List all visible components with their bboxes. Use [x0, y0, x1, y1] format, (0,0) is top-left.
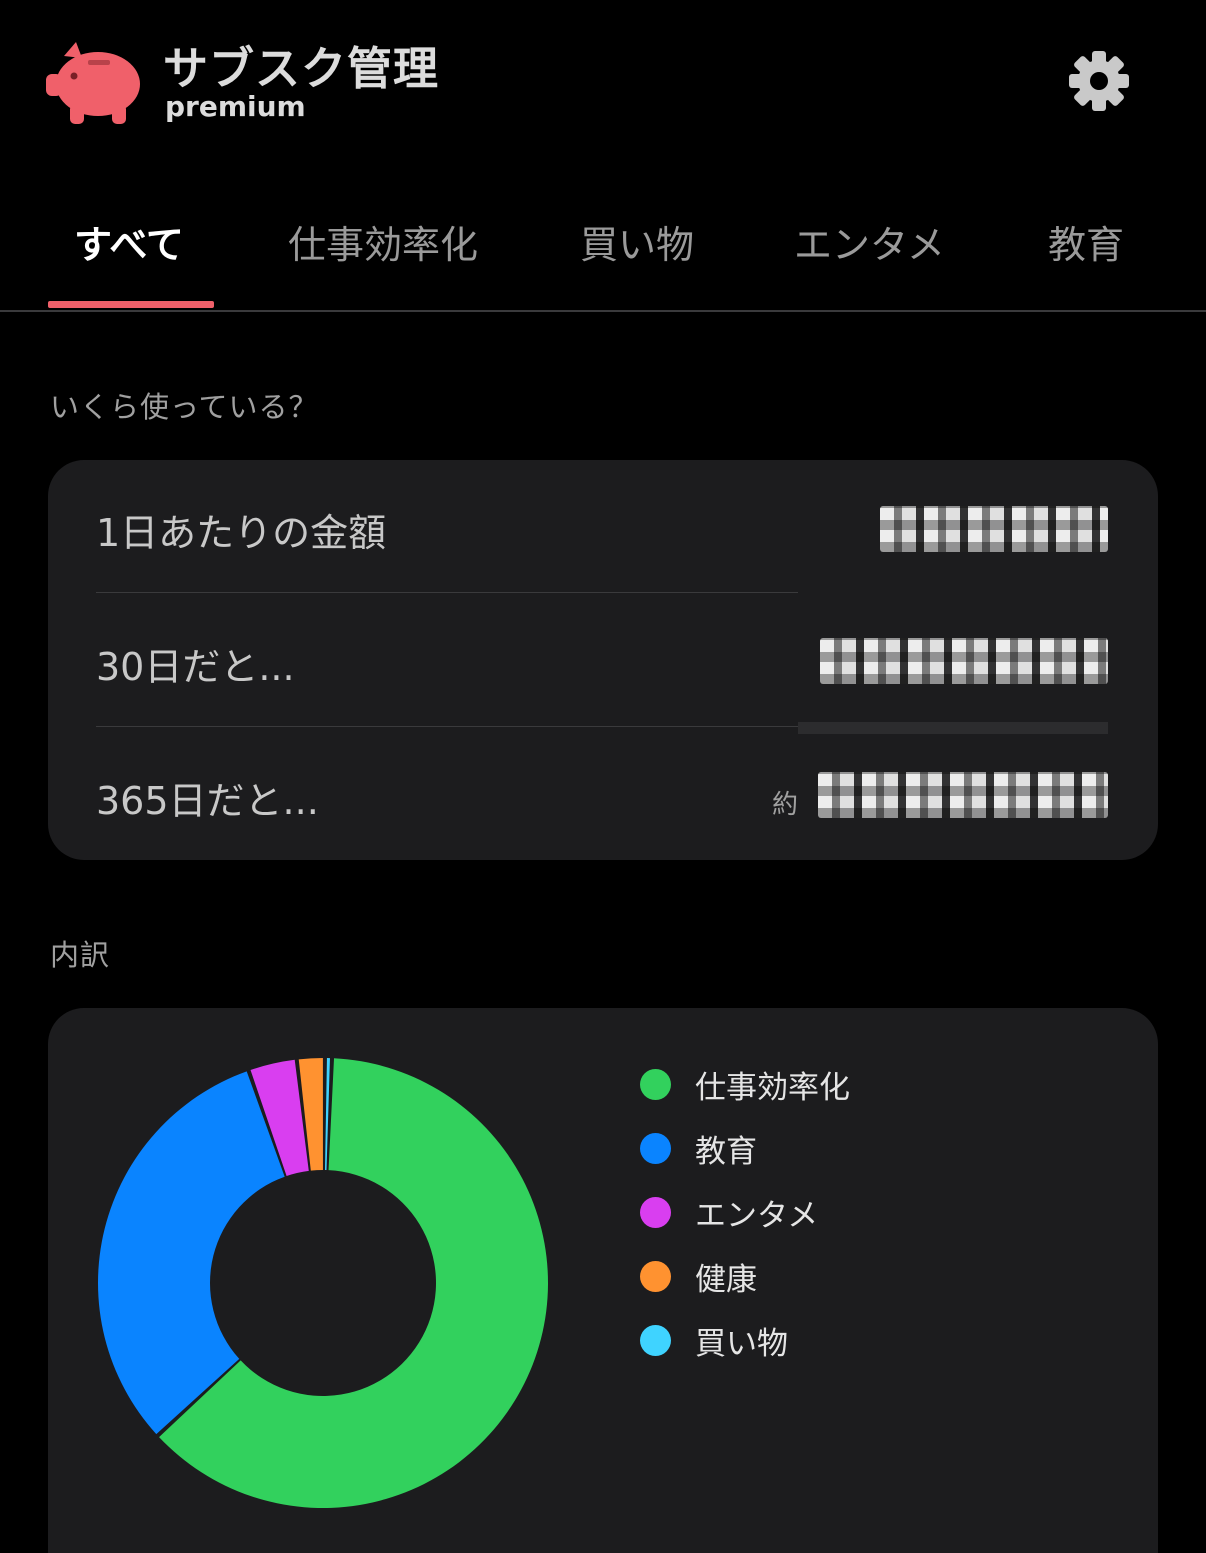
donut-slice-5: [324, 1058, 330, 1171]
yearly-label: 365日だと...: [96, 779, 319, 823]
legend-label: 買い物: [695, 1325, 788, 1362]
legend-color-dot: [640, 1260, 671, 1292]
gear-icon[interactable]: [1066, 48, 1132, 114]
chart-legend: 仕事効率化教育エンタメ健康買い物: [640, 1052, 850, 1372]
yearly-value-redacted: [818, 772, 1108, 818]
tab-productivity[interactable]: 仕事効率化: [288, 220, 478, 270]
tab-all[interactable]: すべて: [74, 220, 184, 270]
active-tab-indicator: [48, 301, 214, 308]
spending-summary-card: 1日あたりの金額 30日だと... 365日だと... 約: [48, 460, 1158, 860]
approx-prefix: 約: [772, 790, 799, 820]
divider-bar: [798, 722, 1108, 734]
legend-label: エンタメ: [695, 1197, 819, 1234]
legend-label: 健康: [695, 1261, 757, 1298]
legend-label: 教育: [695, 1133, 757, 1170]
tab-entertainment[interactable]: エンタメ: [794, 220, 945, 270]
daily-amount-label: 1日あたりの金額: [96, 511, 387, 555]
spending-section-label: いくら使っている？: [50, 390, 319, 424]
tab-education[interactable]: 教育: [1048, 220, 1124, 270]
legend-item: エンタメ: [640, 1180, 850, 1244]
tab-shopping[interactable]: 買い物: [580, 220, 694, 270]
thirty-day-label: 30日だと...: [96, 645, 295, 689]
piggy-bank-icon: [46, 42, 140, 124]
legend-item: 教育: [640, 1116, 850, 1180]
legend-color-dot: [640, 1132, 671, 1164]
breakdown-card: 仕事効率化教育エンタメ健康買い物: [48, 1008, 1158, 1553]
row-divider: [96, 592, 798, 593]
legend-color-dot: [640, 1196, 671, 1228]
legend-item: 買い物: [640, 1308, 850, 1372]
row-divider: [96, 726, 798, 727]
legend-color-dot: [640, 1068, 671, 1100]
app-header: サブスク管理 premium: [0, 0, 1206, 170]
thirty-day-value-redacted: [820, 638, 1108, 684]
legend-color-dot: [640, 1324, 671, 1356]
legend-item: 健康: [640, 1244, 850, 1308]
daily-amount-value-redacted: [880, 506, 1108, 552]
category-donut-chart: [97, 1058, 548, 1508]
legend-item: 仕事効率化: [640, 1052, 850, 1116]
legend-label: 仕事効率化: [695, 1069, 850, 1106]
app-title: サブスク管理: [163, 42, 440, 95]
category-tabs: すべて 仕事効率化 買い物 エンタメ 教育: [0, 200, 1206, 312]
breakdown-section-label: 内訳: [50, 938, 111, 972]
subscription-overview-screen: サブスク管理 premium すべて 仕事効率化 買い物 エンタメ 教育 いくら: [0, 0, 1206, 1553]
app-subtitle: premium: [165, 90, 306, 123]
